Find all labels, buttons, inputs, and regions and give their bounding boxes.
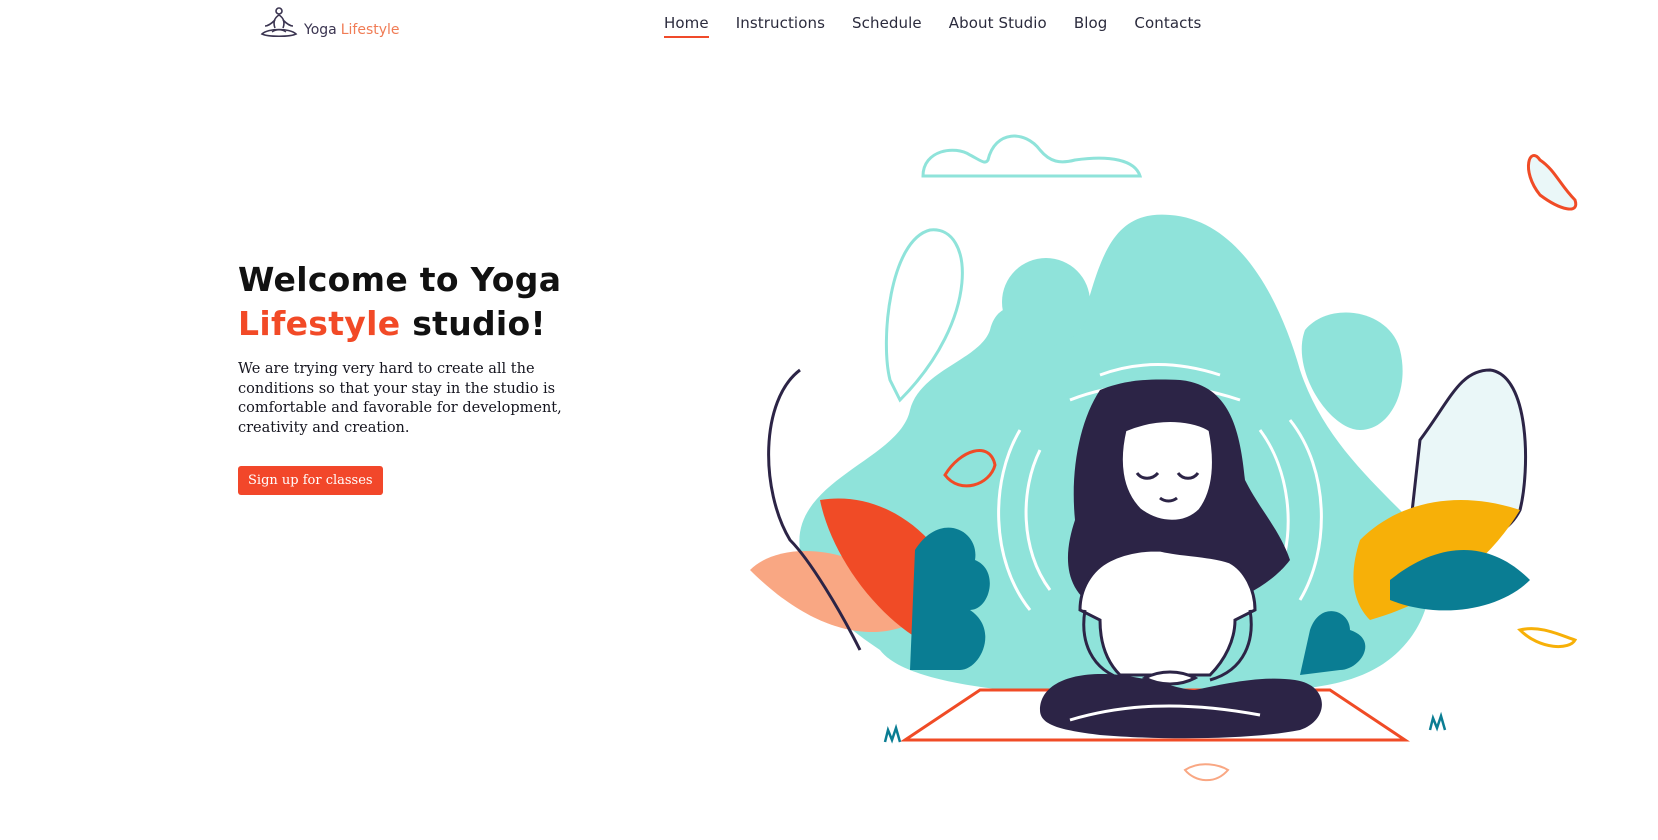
grass-left — [883, 723, 902, 744]
nav-item-home[interactable]: Home — [664, 14, 709, 38]
hero-title-part1: Welcome to Yoga — [238, 260, 562, 299]
grass-right — [1428, 711, 1447, 732]
brand-logo[interactable]: Yoga Lifestyle — [258, 6, 400, 40]
hero-title-accent: Lifestyle — [238, 304, 401, 343]
hero-section: Welcome to Yoga Lifestyle studio! We are… — [238, 258, 638, 495]
small-leaf-bottom — [1183, 763, 1230, 782]
woman-hands — [1141, 670, 1199, 686]
brand-word-lifestyle: Lifestyle — [340, 22, 400, 38]
teal-blob-small — [1002, 258, 1090, 346]
brand-name: Yoga Lifestyle — [304, 22, 400, 40]
woman-face — [1119, 419, 1215, 523]
nav-item-contacts[interactable]: Contacts — [1134, 14, 1201, 38]
cloud-shape — [921, 134, 1143, 178]
brand-word-yoga: Yoga — [304, 22, 337, 38]
sign-up-button[interactable]: Sign up for classes — [238, 466, 383, 495]
hero-title: Welcome to Yoga Lifestyle studio! — [238, 258, 638, 346]
site-header: Yoga Lifestyle Home Instructions Schedule… — [0, 0, 1658, 60]
meditating-woman-illustration — [750, 134, 1578, 782]
nav-item-about-studio[interactable]: About Studio — [949, 14, 1047, 38]
small-leaf-bottom-right — [1517, 627, 1578, 649]
small-leaf-top-right — [1526, 153, 1578, 211]
nav-item-blog[interactable]: Blog — [1074, 14, 1108, 38]
nav-item-schedule[interactable]: Schedule — [852, 14, 922, 38]
hero-title-part2: studio! — [412, 304, 546, 343]
hero-description: We are trying very hard to create all th… — [238, 361, 562, 436]
nav-item-instructions[interactable]: Instructions — [736, 14, 825, 38]
main-nav: Home Instructions Schedule About Studio … — [664, 14, 1228, 38]
meditating-figure-icon — [260, 7, 298, 38]
